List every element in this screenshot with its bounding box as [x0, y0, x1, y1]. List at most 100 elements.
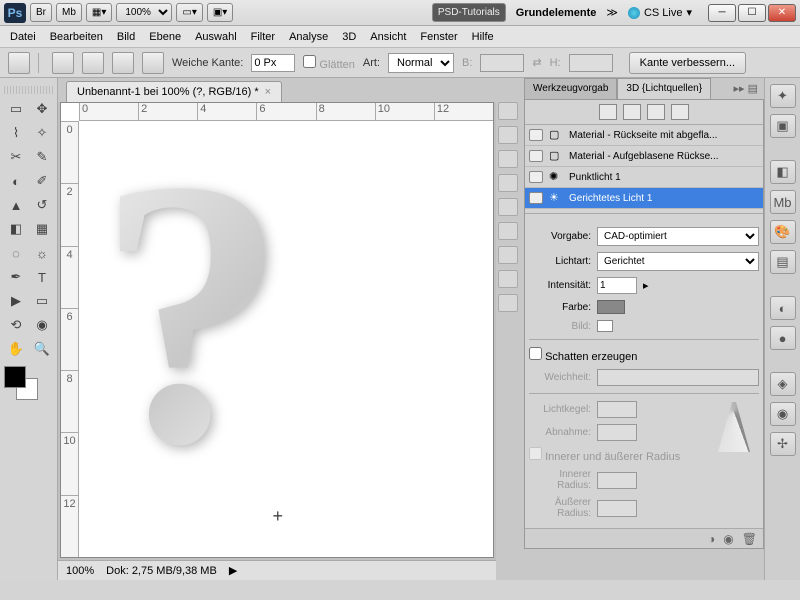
delete-light-icon[interactable]: 🗑	[742, 532, 757, 546]
menu-datei[interactable]: Datei	[10, 31, 36, 43]
toolbox-grip[interactable]	[4, 86, 53, 94]
styles-panel-icon[interactable]: 🎨	[770, 220, 796, 244]
menu-auswahl[interactable]: Auswahl	[195, 31, 237, 43]
path-select-icon[interactable]: ▶	[4, 290, 28, 312]
bridge-button[interactable]: Br	[30, 3, 52, 22]
lasso-tool-icon[interactable]: ⌇	[4, 122, 28, 144]
3d-tool-6-icon[interactable]	[498, 222, 518, 240]
menu-filter[interactable]: Filter	[251, 31, 275, 43]
healing-brush-icon[interactable]: ◐	[4, 170, 28, 192]
status-doc-info[interactable]: Dok: 2,75 MB/9,38 MB	[106, 565, 217, 577]
menu-ebene[interactable]: Ebene	[149, 31, 181, 43]
menu-bild[interactable]: Bild	[117, 31, 135, 43]
close-tab-icon[interactable]: ×	[265, 86, 271, 98]
window-close[interactable]: ✕	[768, 4, 796, 22]
3d-tool-2-icon[interactable]	[498, 126, 518, 144]
current-tool-icon[interactable]	[8, 52, 30, 74]
list-item[interactable]: ✺Punktlicht 1	[525, 167, 763, 188]
menu-3d[interactable]: 3D	[342, 31, 356, 43]
menu-hilfe[interactable]: Hilfe	[472, 31, 494, 43]
workspace-more[interactable]: ≫	[606, 6, 618, 19]
minibridge-button[interactable]: Mb	[56, 3, 82, 22]
visibility-toggle-icon[interactable]	[529, 192, 543, 204]
workspace-grundelemente[interactable]: Grundelemente	[510, 7, 603, 19]
marquee-sub-icon[interactable]	[112, 52, 134, 74]
new-light-icon[interactable]: ◉	[723, 532, 733, 546]
intensity-stepper-icon[interactable]: ▸	[643, 279, 649, 292]
channels-panel-icon[interactable]: ◉	[770, 402, 796, 426]
visibility-toggle-icon[interactable]	[529, 129, 543, 141]
3d-tool-1-icon[interactable]	[498, 102, 518, 120]
filter-material-icon[interactable]	[647, 104, 665, 120]
3d-panel-icon[interactable]: ▣	[770, 114, 796, 138]
3d-tool-5-icon[interactable]	[498, 198, 518, 216]
arrange-button[interactable]: ▭▾	[176, 3, 202, 22]
marquee-rect-icon[interactable]	[52, 52, 74, 74]
window-minimize[interactable]: ─	[708, 4, 736, 22]
3d-question-mark-object[interactable]: ?	[97, 123, 457, 558]
status-zoom[interactable]: 100%	[66, 565, 94, 577]
filter-light-icon[interactable]	[671, 104, 689, 120]
filter-mesh-icon[interactable]	[623, 104, 641, 120]
dodge-tool-icon[interactable]: ☼	[30, 242, 54, 264]
adjustments-panel-icon[interactable]: ▤	[770, 250, 796, 274]
magic-wand-icon[interactable]: ✧	[30, 122, 54, 144]
3d-rotate-icon[interactable]: ⟲	[4, 314, 28, 336]
list-item-selected[interactable]: ☀Gerichtetes Licht 1	[525, 188, 763, 209]
shape-tool-icon[interactable]: ▭	[30, 290, 54, 312]
mask-panel-icon[interactable]: ◐	[770, 296, 796, 320]
tab-3d-lights[interactable]: 3D {Lichtquellen}	[617, 78, 711, 99]
zoom-select[interactable]: 100%	[116, 3, 172, 22]
swatches-panel-icon[interactable]: Mb	[770, 190, 796, 214]
shadow-checkbox[interactable]: Schatten erzeugen	[529, 347, 637, 363]
marquee-tool-icon[interactable]: ▭	[4, 98, 28, 120]
3d-tool-4-icon[interactable]	[498, 174, 518, 192]
blur-tool-icon[interactable]: ◌	[4, 242, 28, 264]
3d-tool-8-icon[interactable]	[498, 270, 518, 288]
toggle-light-icon[interactable]: ◑	[708, 532, 715, 546]
zoom-tool-icon[interactable]: 🔍	[30, 338, 54, 360]
color-panel-icon[interactable]: ◧	[770, 160, 796, 184]
preset-select[interactable]: CAD-optimiert	[597, 227, 759, 246]
light-type-select[interactable]: Gerichtet	[597, 252, 759, 271]
document-canvas[interactable]: ? +	[79, 121, 493, 557]
hand-tool-icon[interactable]: ✋	[4, 338, 28, 360]
menu-ansicht[interactable]: Ansicht	[370, 31, 406, 43]
stamp-tool-icon[interactable]: ▲	[4, 194, 28, 216]
refine-edge-button[interactable]: Kante verbessern...	[629, 52, 746, 74]
menu-analyse[interactable]: Analyse	[289, 31, 328, 43]
feather-input[interactable]	[251, 54, 295, 72]
tools-panel-icon[interactable]: ✦	[770, 84, 796, 108]
3d-camera-icon[interactable]: ◉	[30, 314, 54, 336]
antialias-checkbox[interactable]: Glätten	[303, 55, 355, 71]
gradient-tool-icon[interactable]: ▦	[30, 218, 54, 240]
visibility-toggle-icon[interactable]	[529, 171, 543, 183]
3d-tool-9-icon[interactable]	[498, 294, 518, 312]
eyedropper-icon[interactable]: ✎	[30, 146, 54, 168]
3d-tool-3-icon[interactable]	[498, 150, 518, 168]
screen-mode-button[interactable]: ▣▾	[207, 3, 233, 22]
move-tool-icon[interactable]: ✥	[30, 98, 54, 120]
color-picker[interactable]	[4, 366, 44, 402]
menu-bearbeiten[interactable]: Bearbeiten	[50, 31, 103, 43]
3d-tool-7-icon[interactable]	[498, 246, 518, 264]
workspace-psd-tutorials[interactable]: PSD-Tutorials	[432, 3, 506, 22]
type-tool-icon[interactable]: T	[30, 266, 54, 288]
crop-tool-icon[interactable]: ✂	[4, 146, 28, 168]
layers-panel-icon[interactable]: ◈	[770, 372, 796, 396]
menu-fenster[interactable]: Fenster	[420, 31, 457, 43]
color-swatch[interactable]	[597, 300, 625, 314]
paths-panel-icon[interactable]: ✢	[770, 432, 796, 456]
filter-scene-icon[interactable]	[599, 104, 617, 120]
eraser-tool-icon[interactable]: ◧	[4, 218, 28, 240]
brush-tool-icon[interactable]: ✐	[30, 170, 54, 192]
document-tab[interactable]: Unbenannt-1 bei 100% (?, RGB/16) * ×	[66, 81, 282, 102]
intensity-input[interactable]	[597, 277, 637, 294]
marquee-intersect-icon[interactable]	[142, 52, 164, 74]
sphere-panel-icon[interactable]: ●	[770, 326, 796, 350]
window-maximize[interactable]: ☐	[738, 4, 766, 22]
visibility-toggle-icon[interactable]	[529, 150, 543, 162]
list-item[interactable]: ▢Material - Rückseite mit abgefla...	[525, 125, 763, 146]
tab-tool-presets[interactable]: Werkzeugvorgab	[524, 78, 617, 99]
panel-menu-icon[interactable]: ▸▸ ▤	[728, 78, 765, 99]
